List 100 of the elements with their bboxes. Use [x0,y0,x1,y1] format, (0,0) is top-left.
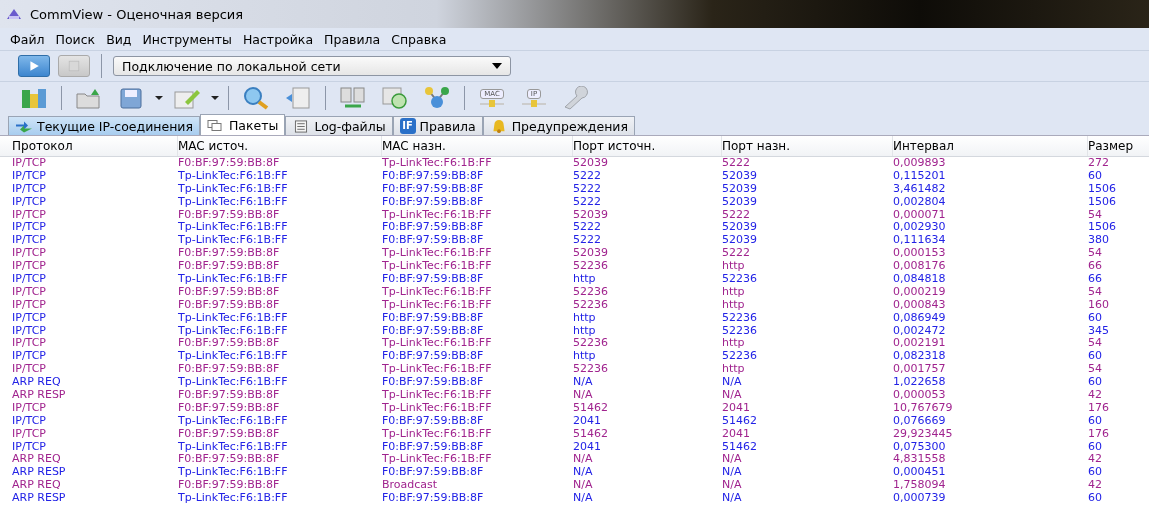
table-cell-text: 51462 [573,401,609,415]
table-cell-text: IP/TCP [12,169,47,183]
table-cell-text: 0,076669 [893,414,947,428]
network-nodes-icon[interactable] [423,86,451,110]
menu-item[interactable]: Файл [10,31,45,47]
table-cell-text: N/A [573,492,594,506]
table-cell-text: 52039 [573,157,609,170]
table-cell-text: Tp-LinkTec:F6:1B:FF [178,182,289,196]
table-cell-text: http [573,350,597,364]
table-cell-text: 52039 [722,234,758,248]
bar-chart-icon[interactable] [20,86,48,110]
window-title: CommView - Оценочная версия [30,6,244,22]
table-cell-text: 60 [1088,311,1103,325]
wrench-icon[interactable] [562,86,590,110]
table-cell-text: IP/TCP [12,221,47,235]
table-cell-text: F0:BF:97:59:BB:8F [178,298,281,312]
table-cell-text: F0:BF:97:59:BB:8F [382,414,485,428]
table-cell-text: Tp-LinkTec:F6:1B:FF [382,298,493,312]
document-icon[interactable] [284,86,312,110]
table-cell-text: N/A [722,479,743,493]
tab[interactable]: Пакеты [199,114,286,135]
table-cell-text: 5222 [722,157,751,170]
column-header[interactable]: Порт назн. [722,136,893,156]
menu-item[interactable]: Справка [391,31,447,47]
arrows-icon [15,119,33,133]
table-cell-text: N/A [722,389,743,402]
table-cell-text: Tp-LinkTec:F6:1B:FF [382,427,493,441]
tab[interactable]: Текущие IP-соединения [8,116,200,135]
table-cell-text: http [573,273,597,286]
table-cell-text: Tp-LinkTec:F6:1B:FF [382,389,493,402]
table-cell-text: Tp-LinkTec:F6:1B:FF [178,414,289,428]
table-cell-text: 42 [1088,453,1103,467]
table-cell-text: 0,002930 [893,221,947,235]
adapter-dropdown[interactable]: Подключение по локальной сети [113,56,511,76]
table-cell-text: 5222 [573,195,602,209]
column-header[interactable]: MAC назн. [382,136,573,156]
dropdown-arrow-icon[interactable] [211,96,219,100]
table-cell-text: Tp-LinkTec:F6:1B:FF [178,466,289,480]
table-cell-text: 0,001757 [893,363,947,377]
tab[interactable]: Предупреждения [482,116,635,135]
table-cell-text: 5222 [573,169,602,183]
table-cell-text: ARP REQ [12,453,62,467]
tab[interactable]: Log-файлы [285,116,393,135]
table-cell-text: Tp-LinkTec:F6:1B:FF [178,440,289,454]
table-cell-text: F0:BF:97:59:BB:8F [178,285,281,299]
table-cell-text: ARP RESP [12,466,67,480]
table-cell-text: N/A [722,492,743,506]
table-cell-text: 52236 [573,260,609,273]
table-cell-text: N/A [573,466,594,480]
column-header[interactable]: MAC источ. [178,136,382,156]
search-icon[interactable] [242,86,270,110]
table-cell-text: 0,000451 [893,466,947,480]
table-cell-text: http [722,298,746,312]
dropdown-arrow-icon[interactable] [155,96,163,100]
table-cell-text: 5222 [722,208,751,222]
table-cell-text: http [722,363,746,377]
table-cell-text: 52236 [573,337,609,351]
table-cell-text: 0,000219 [893,285,947,299]
menu-item[interactable]: Правила [324,31,381,47]
table-cell-text: http [722,337,746,351]
table-cell-text: 54 [1088,337,1103,351]
table-cell-text: Tp-LinkTec:F6:1B:FF [178,311,289,325]
table-cell-text: Tp-LinkTec:F6:1B:FF [178,195,289,209]
start-button[interactable] [18,55,50,77]
menu-item[interactable]: Вид [106,31,132,47]
menu-item[interactable]: Настройка [242,31,314,47]
table-cell-text: N/A [722,453,743,467]
rules-icon: IF [399,118,416,134]
table-cell-text: F0:BF:97:59:BB:8F [178,479,281,493]
table-cell-text: IP/TCP [12,247,47,261]
table-cell-text: F0:BF:97:59:BB:8F [382,182,485,196]
table-cell-text: 52236 [722,311,758,325]
table-cell-text: IP/TCP [12,337,47,351]
table-cell-text: http [722,260,746,273]
table-cell-text: F0:BF:97:59:BB:8F [178,427,281,441]
table-cell-text: F0:BF:97:59:BB:8F [178,401,281,415]
table-cell-text: 380 [1088,234,1110,248]
caret-icon [492,63,502,69]
column-header[interactable]: Протокол [12,136,178,156]
table-cell-text: 0,002804 [893,195,947,209]
table-cell-text: 5222 [722,247,751,261]
table-cell-text: 0,000843 [893,298,947,312]
column-header[interactable]: Интервал [893,136,1088,156]
table-cell-text: 54 [1088,363,1103,377]
column-header[interactable]: Размер [1088,136,1149,156]
table-cell-text: 0,111634 [893,234,947,248]
column-header[interactable]: Порт источн. [573,136,722,156]
app-icon [6,7,22,21]
table-cell-text: 60 [1088,350,1103,364]
table-cell-text: 66 [1088,260,1103,273]
table-cell-text: 60 [1088,376,1103,390]
table-cell-text: 29,923445 [893,427,954,441]
table-cell-text: F0:BF:97:59:BB:8F [382,466,485,480]
table-cell-text: IP/TCP [12,324,47,338]
menu-item[interactable]: Инструменты [142,31,232,47]
table-cell-text: ARP REQ [12,376,62,390]
menu-item[interactable]: Поиск [55,31,96,47]
table-cell-text: 51462 [722,440,758,454]
table-cell-text: 0,000153 [893,247,947,261]
tab[interactable]: IF Правила [392,116,483,135]
